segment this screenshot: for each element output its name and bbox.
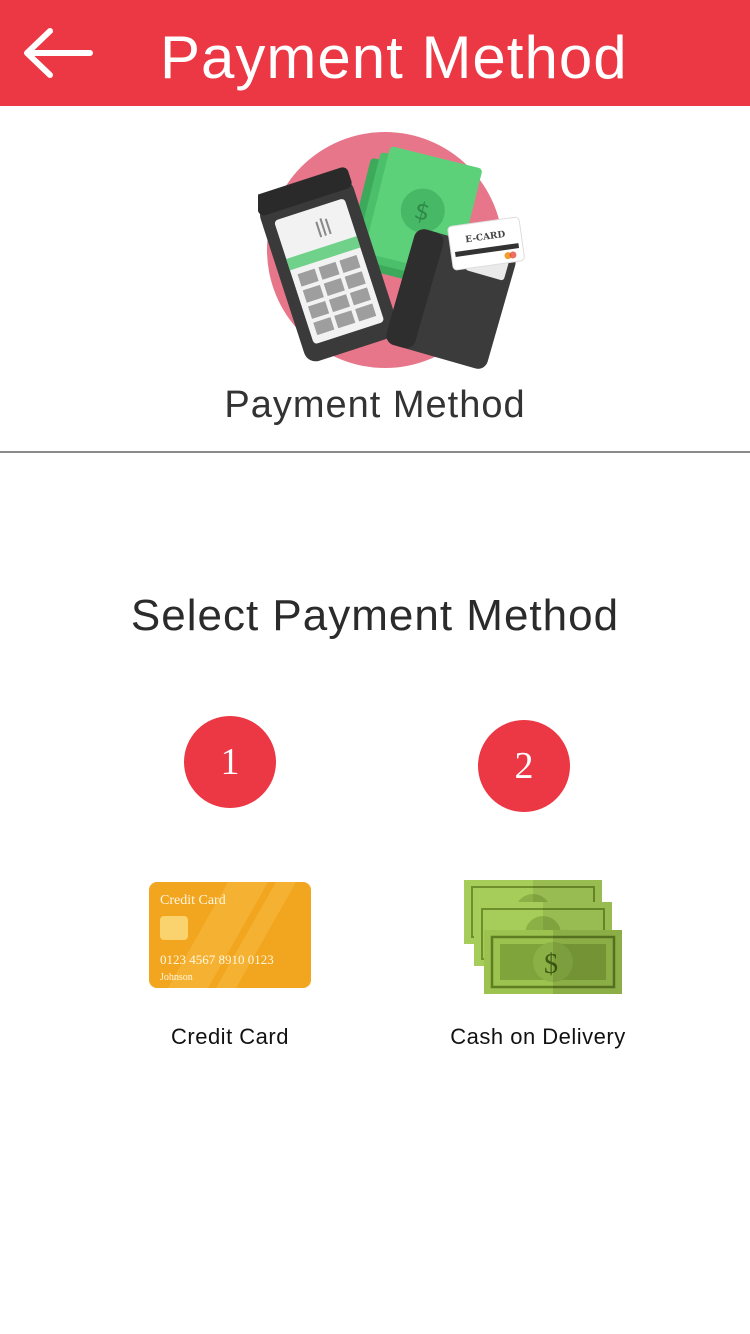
select-payment-title: Select Payment Method [130,591,620,640]
card-title: Credit Card [160,893,226,908]
header-title: Payment Method [160,24,628,91]
app-header: Payment Method [0,0,750,106]
hero-title: Payment Method [224,384,526,426]
option-credit-card[interactable]: 1 Credit Card 0123 4567 8910 0123 Johnso… [110,700,350,1070]
card-holder: Johnson [160,972,193,983]
option-number-badge: 2 [478,720,570,812]
arrow-left-icon [24,28,93,78]
back-button[interactable] [18,22,98,84]
option-label: Credit Card [171,1024,289,1049]
section-divider [0,451,750,453]
option-cash-on-delivery[interactable]: 2 $ Cash on Delivery [408,700,648,1070]
card-number: 0123 4567 8910 0123 [160,952,274,967]
payment-terminal-wallet-icon: $ E-CARD [258,132,525,369]
hero-section: $ E-CARD Payment Method [0,106,750,452]
option-number-badge: 1 [184,716,276,808]
credit-card-icon: Credit Card 0123 4567 8910 0123 Johnson [149,882,311,988]
cash-banknotes-icon: $ [464,880,622,994]
option-label: Cash on Delivery [450,1024,626,1049]
